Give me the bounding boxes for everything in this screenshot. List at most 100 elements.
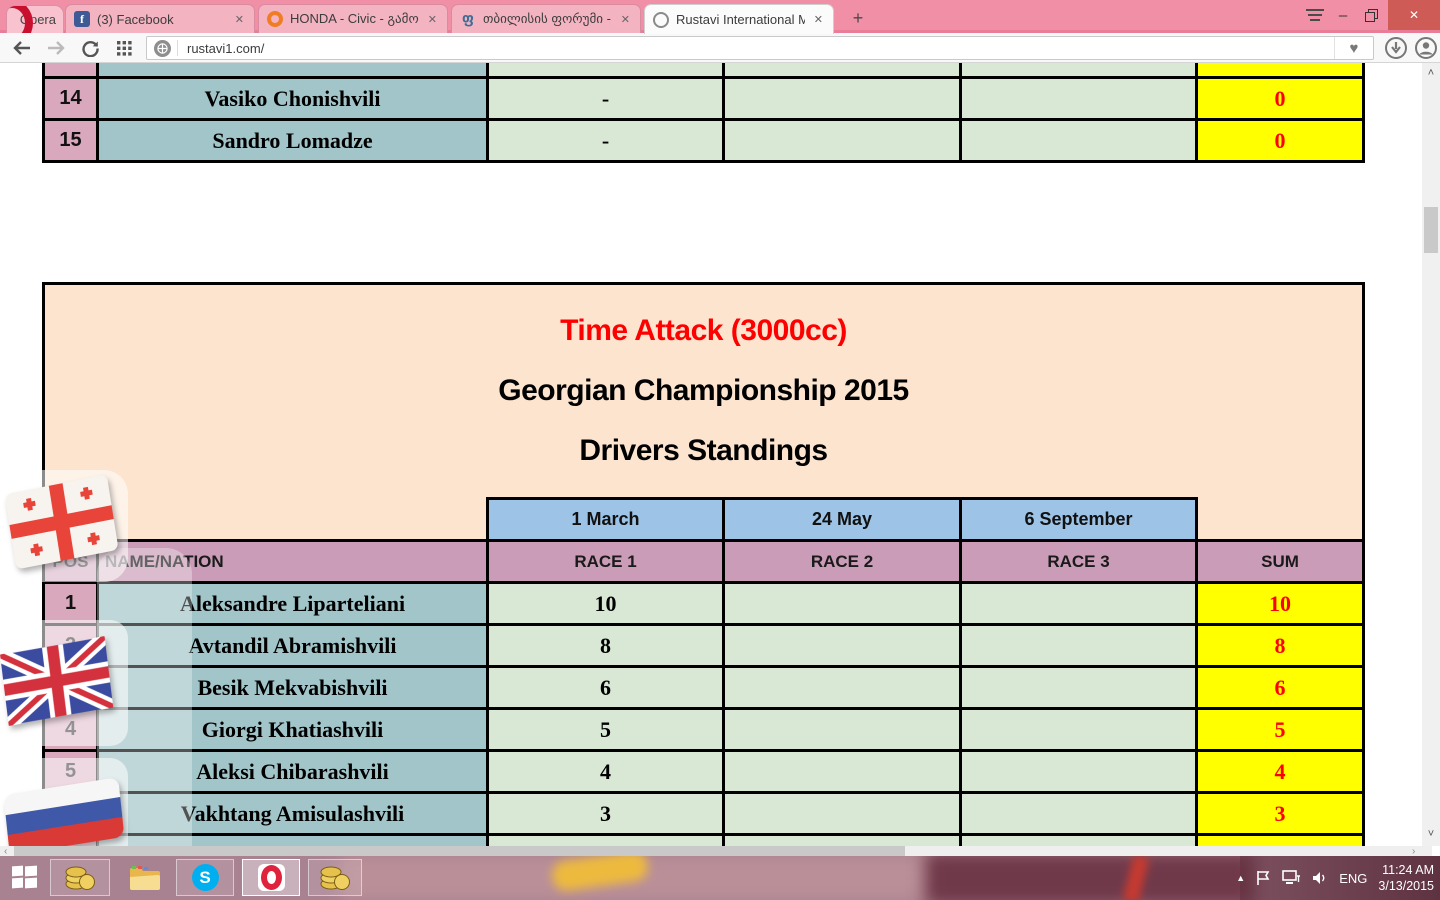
site-badge-icon[interactable] xyxy=(154,39,171,57)
page-content: 14 Vasiko Chonishvili - 0 15 Sandro Loma… xyxy=(0,63,1422,846)
new-tab-button[interactable]: + xyxy=(846,6,870,30)
vertical-scrollbar[interactable] xyxy=(1422,63,1440,846)
folder-icon xyxy=(130,865,160,890)
race-date-cell: 24 May xyxy=(725,497,962,539)
taskbar-skype[interactable]: S xyxy=(176,859,234,896)
race-cell: 10 xyxy=(489,581,725,623)
globe-icon xyxy=(157,42,168,54)
window-minimize-button[interactable]: – xyxy=(1330,0,1356,30)
tab-forum[interactable]: ფ თბილისის ფორუმი - ✕ xyxy=(451,4,641,33)
race-cell: 5 xyxy=(489,707,725,749)
network-icon[interactable] xyxy=(1282,870,1301,886)
table-title-block: Time Attack (3000cc) Georgian Championsh… xyxy=(45,285,1362,497)
bookmark-heart-icon[interactable]: ♥ xyxy=(1334,37,1373,59)
forward-icon xyxy=(48,41,65,55)
tab-title: თბილისის ფორუმი - xyxy=(483,11,611,26)
tab-close-icon[interactable]: ✕ xyxy=(426,11,439,28)
clock[interactable]: 11:24 AM 3/13/2015 xyxy=(1378,862,1434,895)
back-button[interactable] xyxy=(10,36,34,60)
race-cell: - xyxy=(489,76,725,118)
tab-close-icon[interactable]: ✕ xyxy=(619,11,632,28)
race-cell: 4 xyxy=(489,749,725,791)
tab-menu-icon[interactable] xyxy=(1306,9,1324,23)
horizontal-scrollbar-thumb[interactable] xyxy=(14,846,905,856)
previous-standings-table: 14 Vasiko Chonishvili - 0 15 Sandro Loma… xyxy=(42,63,1365,163)
championship-title: Georgian Championship 2015 xyxy=(498,374,909,407)
volume-icon[interactable] xyxy=(1312,870,1328,886)
start-button[interactable] xyxy=(12,865,37,890)
tab-close-icon[interactable]: ✕ xyxy=(812,11,825,28)
race-cell xyxy=(725,833,962,846)
vertical-scrollbar-thumb[interactable] xyxy=(1424,207,1438,253)
race-cell xyxy=(489,63,725,76)
pos-cell: 15 xyxy=(45,118,99,160)
tab-title: HONDA - Civic - გამოშვ xyxy=(290,11,419,26)
window-restore-button[interactable] xyxy=(1358,0,1384,30)
race-cell xyxy=(725,791,962,833)
reload-button[interactable] xyxy=(78,36,102,60)
clock-date: 3/13/2015 xyxy=(1378,879,1434,893)
taskbar-opera-active[interactable] xyxy=(242,859,300,896)
tab-bar: Opera f (3) Facebook ✕ HONDA - Civic - გ… xyxy=(0,0,1440,34)
url-bar[interactable]: rustavi1.com/ ♥ xyxy=(146,36,1374,60)
tab-title: Rustavi International Moto xyxy=(676,12,805,27)
header-sum: SUM xyxy=(1198,539,1362,581)
sum-cell: 3 xyxy=(1198,791,1362,833)
download-icon xyxy=(1385,37,1407,59)
race-date-cell: 1 March xyxy=(489,497,725,539)
grid-icon xyxy=(116,40,132,56)
tab-honda[interactable]: HONDA - Civic - გამოშვ ✕ xyxy=(258,4,448,33)
tab-facebook[interactable]: f (3) Facebook ✕ xyxy=(65,4,255,33)
opera-menu-button[interactable]: Opera xyxy=(6,5,64,33)
race-cell xyxy=(962,833,1198,846)
race-cell xyxy=(962,581,1198,623)
coins-icon xyxy=(320,866,350,890)
header-race3: RACE 3 xyxy=(962,539,1198,581)
taskbar-file-explorer[interactable] xyxy=(122,859,168,896)
scroll-up-icon[interactable]: ˄ xyxy=(1422,67,1440,79)
url-input[interactable]: rustavi1.com/ xyxy=(187,41,1334,56)
speed-dial-button[interactable] xyxy=(112,36,136,60)
language-indicator[interactable]: ENG xyxy=(1339,871,1367,886)
race-cell xyxy=(725,623,962,665)
date-row-right-spacer xyxy=(1198,497,1362,539)
tab-close-icon[interactable]: ✕ xyxy=(233,11,246,28)
race-cell: 6 xyxy=(489,665,725,707)
race-cell: - xyxy=(489,118,725,160)
sum-cell xyxy=(1198,63,1362,76)
taskbar: S ▲ ENG 11:24 AM 3/13/2015 xyxy=(0,856,1440,900)
tab-rustavi-active[interactable]: Rustavi International Moto ✕ xyxy=(644,4,834,34)
name-cell: Sandro Lomadze xyxy=(99,118,489,160)
tray-expand-icon[interactable]: ▲ xyxy=(1236,873,1245,883)
race-cell xyxy=(725,63,962,76)
facebook-favicon: f xyxy=(74,11,90,27)
header-race1: RACE 1 xyxy=(489,539,725,581)
forward-button[interactable] xyxy=(44,36,68,60)
sum-cell: 6 xyxy=(1198,665,1362,707)
reload-icon xyxy=(81,40,99,57)
profile-button[interactable] xyxy=(1414,36,1438,60)
race-cell xyxy=(962,707,1198,749)
scroll-down-icon[interactable]: ˅ xyxy=(1422,828,1440,840)
action-center-flag-icon[interactable] xyxy=(1256,870,1271,886)
race-cell: 8 xyxy=(489,623,725,665)
back-icon xyxy=(13,41,30,55)
system-tray: ▲ ENG 11:24 AM 3/13/2015 xyxy=(1236,856,1434,900)
race-cell xyxy=(962,76,1198,118)
taskbar-app-coins-2[interactable] xyxy=(308,859,362,896)
screen: Opera f (3) Facebook ✕ HONDA - Civic - გ… xyxy=(0,0,1440,900)
race-cell xyxy=(725,707,962,749)
race-cell xyxy=(962,118,1198,160)
header-race2: RACE 2 xyxy=(725,539,962,581)
race-cell xyxy=(962,791,1198,833)
race-cell xyxy=(962,623,1198,665)
downloads-button[interactable] xyxy=(1384,36,1408,60)
window-close-button[interactable]: ✕ xyxy=(1388,0,1440,30)
taskbar-app-coins-1[interactable] xyxy=(50,859,110,896)
name-cell: Vasiko Chonishvili xyxy=(99,76,489,118)
drivers-standings-table: Time Attack (3000cc) Georgian Championsh… xyxy=(42,282,1365,846)
sum-cell xyxy=(1198,833,1362,846)
sum-cell: 4 xyxy=(1198,749,1362,791)
race-cell xyxy=(962,63,1198,76)
sum-cell: 0 xyxy=(1198,118,1362,160)
